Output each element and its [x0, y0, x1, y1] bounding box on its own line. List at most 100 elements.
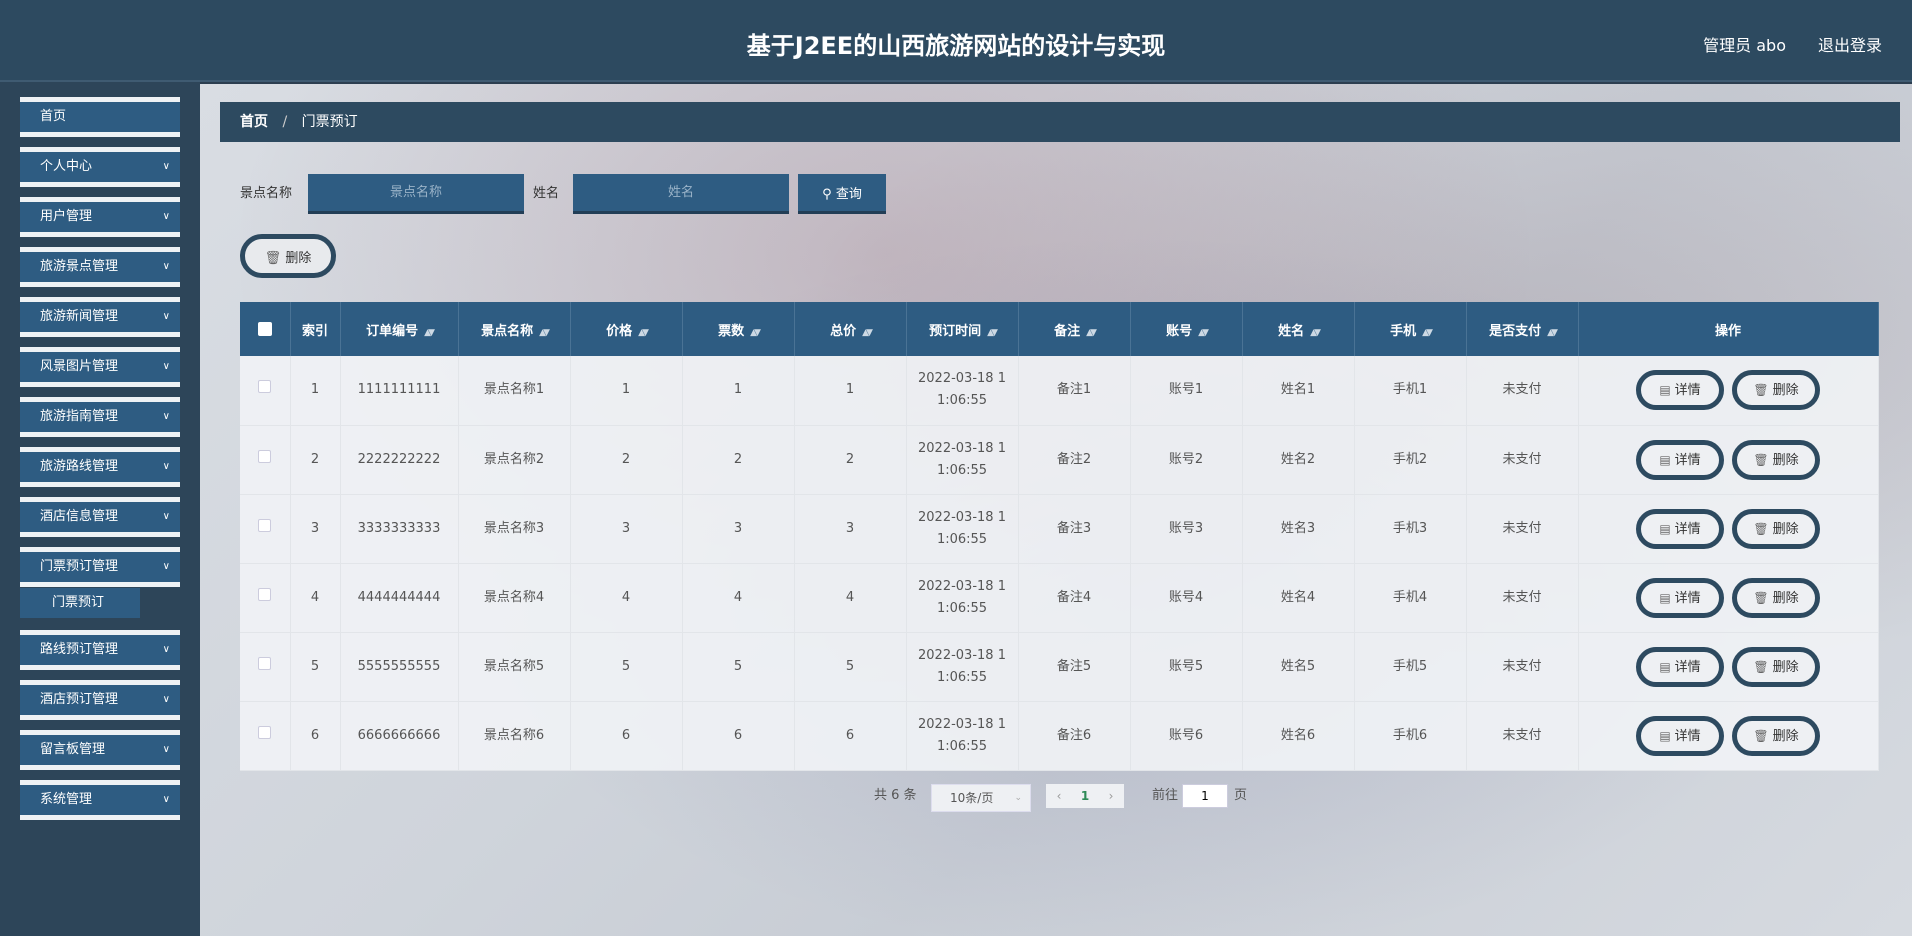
- row-checkbox[interactable]: [258, 725, 272, 739]
- row-checkbox[interactable]: [258, 518, 272, 532]
- sidebar-subitem-ticket-booking[interactable]: 门票预订: [20, 588, 140, 618]
- sidebar-item[interactable]: 旅游景点管理 ∨: [20, 247, 180, 287]
- sidebar-item[interactable]: 留言板管理 ∨: [20, 730, 180, 770]
- logout-link[interactable]: 退出登录: [1818, 32, 1882, 56]
- row-delete-button[interactable]: 🗑 删除: [1732, 715, 1820, 756]
- sidebar-item-label: 酒店预订管理: [40, 692, 119, 707]
- column-header[interactable]: 备注 ▲▼: [1018, 302, 1131, 356]
- detail-button[interactable]: ▤ 详情: [1636, 370, 1724, 411]
- page-number-current[interactable]: 1: [1072, 784, 1098, 808]
- sidebar-item-label: 首页: [40, 109, 67, 124]
- row-delete-button-label: 删除: [1772, 383, 1799, 399]
- sidebar-item[interactable]: 门票预订管理 ∨: [20, 547, 180, 587]
- query-button[interactable]: ⚲ 查询: [798, 174, 886, 214]
- sort-icon[interactable]: ▲▼: [987, 328, 998, 338]
- column-header[interactable]: 预订时间 ▲▼: [906, 302, 1019, 356]
- table-row: 2 2222222222 景点名称2 2 2 2 2022-03-18 1 1:06:55 备注…: [240, 425, 1879, 495]
- row-delete-button-label: 删除: [1772, 521, 1799, 537]
- select-all-checkbox[interactable]: [257, 322, 272, 336]
- sort-icon[interactable]: ▲▼: [539, 328, 550, 338]
- detail-button[interactable]: ▤ 详情: [1636, 439, 1724, 480]
- row-delete-button[interactable]: 🗑 删除: [1732, 370, 1820, 411]
- table-header-row: 索引 订单编号 ▲▼ 景点名称 ▲▼ 价格 ▲▼ 票数 ▲▼ 总价 ▲▼ 预订时间 ▲▼ 备注 ▲▼ 账号 ▲▼…: [240, 302, 1879, 356]
- table-cell: 账号6: [1130, 701, 1243, 771]
- table-cell: 1: [794, 356, 907, 426]
- column-header[interactable]: 操作: [1578, 302, 1879, 356]
- page-size-select[interactable]: 10条/页 ⌄: [931, 784, 1031, 812]
- row-delete-button[interactable]: 🗑 删除: [1732, 646, 1820, 687]
- column-header[interactable]: 是否支付 ▲▼: [1466, 302, 1579, 356]
- spot-name-input[interactable]: [308, 174, 524, 214]
- sidebar-item[interactable]: 酒店预订管理 ∨: [20, 680, 180, 720]
- table-cell: 6: [290, 701, 341, 771]
- sort-icon[interactable]: ▲▼: [1086, 328, 1097, 338]
- sort-icon[interactable]: ▲▼: [1422, 328, 1433, 338]
- admin-user-label: 管理员 abo: [1703, 36, 1786, 55]
- row-checkbox[interactable]: [258, 449, 272, 463]
- batch-delete-button[interactable]: 🗑 删除: [240, 234, 336, 278]
- sidebar-item[interactable]: 首页: [20, 97, 180, 137]
- table-cell: 1: [682, 356, 795, 426]
- booking-time-line1: 2022-03-18 1: [918, 716, 1006, 732]
- column-header-label: 订单编号: [366, 323, 419, 339]
- table-cell: 景点名称2: [458, 425, 571, 495]
- detail-button-label: 详情: [1674, 590, 1701, 606]
- column-header[interactable]: 订单编号 ▲▼: [340, 302, 459, 356]
- row-checkbox[interactable]: [258, 380, 272, 394]
- next-page-button[interactable]: ›: [1098, 784, 1124, 808]
- row-checkbox-cell: [240, 425, 291, 495]
- sidebar-item[interactable]: 酒店信息管理 ∨: [20, 497, 180, 537]
- sidebar-item[interactable]: 系统管理 ∨: [20, 780, 180, 820]
- table-cell: 姓名1: [1242, 356, 1355, 426]
- row-checkbox[interactable]: [258, 656, 272, 670]
- sidebar-item[interactable]: 风景图片管理 ∨: [20, 347, 180, 387]
- sort-icon[interactable]: ▲▼: [750, 328, 761, 338]
- sidebar-item[interactable]: 路线预订管理 ∨: [20, 630, 180, 670]
- sort-icon[interactable]: ▲▼: [862, 328, 873, 338]
- chevron-down-icon: ∨: [162, 261, 170, 272]
- sidebar-item[interactable]: 旅游新闻管理 ∨: [20, 297, 180, 337]
- detail-button[interactable]: ▤ 详情: [1636, 508, 1724, 549]
- prev-page-button[interactable]: ‹: [1046, 784, 1072, 808]
- name-input[interactable]: [573, 174, 789, 214]
- column-header-label: 操作: [1714, 323, 1741, 339]
- table-cell: 姓名6: [1242, 701, 1355, 771]
- column-header[interactable]: 景点名称 ▲▼: [458, 302, 571, 356]
- breadcrumb-home[interactable]: 首页: [240, 114, 268, 130]
- column-header[interactable]: 姓名 ▲▼: [1242, 302, 1355, 356]
- document-icon: ▤: [1659, 452, 1671, 467]
- sort-icon[interactable]: ▲▼: [1310, 328, 1321, 338]
- sort-icon[interactable]: ▲▼: [638, 328, 649, 338]
- row-checkbox[interactable]: [258, 587, 272, 601]
- sidebar-item[interactable]: 旅游路线管理 ∨: [20, 447, 180, 487]
- sort-icon[interactable]: ▲▼: [424, 328, 435, 338]
- table-cell: 手机3: [1354, 494, 1467, 564]
- detail-button-label: 详情: [1674, 728, 1701, 744]
- detail-button[interactable]: ▤ 详情: [1636, 646, 1724, 687]
- row-delete-button[interactable]: 🗑 删除: [1732, 439, 1820, 480]
- sort-icon[interactable]: ▲▼: [1198, 328, 1209, 338]
- row-delete-button[interactable]: 🗑 删除: [1732, 577, 1820, 618]
- column-header[interactable]: 票数 ▲▼: [682, 302, 795, 356]
- column-header[interactable]: 手机 ▲▼: [1354, 302, 1467, 356]
- trash-icon: 🗑: [1753, 590, 1769, 605]
- row-delete-button[interactable]: 🗑 删除: [1732, 508, 1820, 549]
- detail-button[interactable]: ▤ 详情: [1636, 577, 1724, 618]
- table-cell: 账号1: [1130, 356, 1243, 426]
- table-cell: 4: [290, 563, 341, 633]
- column-header[interactable]: 账号 ▲▼: [1130, 302, 1243, 356]
- detail-button[interactable]: ▤ 详情: [1636, 715, 1724, 756]
- sidebar-item[interactable]: 用户管理 ∨: [20, 197, 180, 237]
- table-cell: 4: [570, 563, 683, 633]
- column-header[interactable]: 总价 ▲▼: [794, 302, 907, 356]
- booking-time-line1: 2022-03-18 1: [918, 440, 1006, 456]
- column-header[interactable]: 索引: [290, 302, 341, 356]
- goto-page-input[interactable]: [1182, 784, 1228, 808]
- sidebar-item[interactable]: 个人中心 ∨: [20, 147, 180, 187]
- chevron-down-icon: ∨: [162, 561, 170, 572]
- chevron-down-icon: ∨: [162, 311, 170, 322]
- row-checkbox-cell: [240, 701, 291, 771]
- column-header[interactable]: 价格 ▲▼: [570, 302, 683, 356]
- sidebar-item[interactable]: 旅游指南管理 ∨: [20, 397, 180, 437]
- sort-icon[interactable]: ▲▼: [1547, 328, 1558, 338]
